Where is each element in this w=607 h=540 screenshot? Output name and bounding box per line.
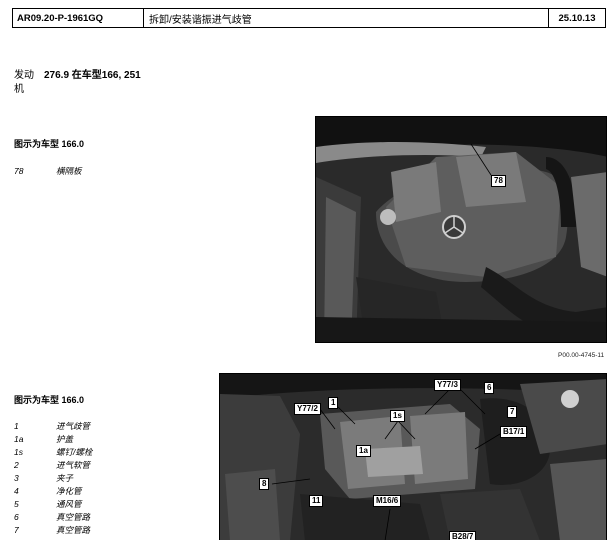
callout-label: 1 [328, 397, 339, 409]
legend-number: 1a [14, 434, 24, 444]
document-id: AR09.20-P-1961GQ [13, 9, 144, 27]
legend-number: 7 [14, 525, 19, 535]
legend-text: 真空管路 [56, 525, 91, 535]
callout-label: 8 [259, 478, 270, 490]
document-date: 25.10.13 [558, 12, 596, 24]
callout-label: Y77/3 [434, 379, 461, 391]
engine-cover-illustration [316, 117, 606, 342]
legend-text: 螺钉/螺栓 [56, 447, 93, 457]
intake-manifold-illustration [220, 374, 606, 540]
legend-number: 4 [14, 486, 19, 496]
legend-number: 1s [14, 447, 23, 457]
legend-number: 78 [14, 166, 24, 176]
legend-text: 通风管 [56, 499, 82, 509]
legend-text: 横隔板 [56, 166, 82, 176]
callout-label: B28/7 [449, 531, 477, 540]
applicability-value: 276.9 在车型166, 251 [44, 70, 141, 81]
callout-label: 78 [491, 175, 506, 187]
legend-text: 净化管 [56, 486, 82, 496]
legend-text: 真空管路 [56, 512, 91, 522]
legend-number: 5 [14, 499, 19, 509]
figure1-engine-photo: 78 [315, 116, 607, 343]
legend-text: 夹子 [56, 473, 74, 483]
callout-label: 6 [484, 382, 495, 394]
figure1-title: 图示为车型 166.0 [14, 139, 85, 149]
figure2-engine-photo: Y77/3 6 Y77/2 1 1s 7 B17/1 1a 8 11 M16/6… [219, 373, 607, 540]
callout-label: B17/1 [500, 426, 528, 438]
callout-label: 1a [356, 445, 371, 457]
document-title: 拆卸/安装谐振进气歧管 [144, 9, 549, 27]
legend-number: 6 [14, 512, 19, 522]
callout-label: 7 [507, 406, 518, 418]
legend-number: 3 [14, 473, 19, 483]
figure2-title: 图示为车型 166.0 [14, 395, 85, 405]
callout-label: M16/6 [373, 495, 402, 507]
legend-text: 进气歧管 [56, 421, 91, 431]
legend-text: 进气软管 [56, 460, 91, 470]
applicability-label: 发动机 [14, 70, 34, 95]
callout-label: Y77/2 [294, 403, 321, 415]
callout-label: 11 [309, 495, 324, 507]
document-header: AR09.20-P-1961GQ 拆卸/安装谐振进气歧管 25.10.13 [12, 8, 606, 28]
legend-text: 护盖 [56, 434, 74, 444]
callout-label: 1s [390, 410, 405, 422]
legend-number: 2 [14, 460, 19, 470]
figure1-code: P00.00-4745-11 [558, 352, 605, 359]
legend-number: 1 [14, 421, 19, 431]
